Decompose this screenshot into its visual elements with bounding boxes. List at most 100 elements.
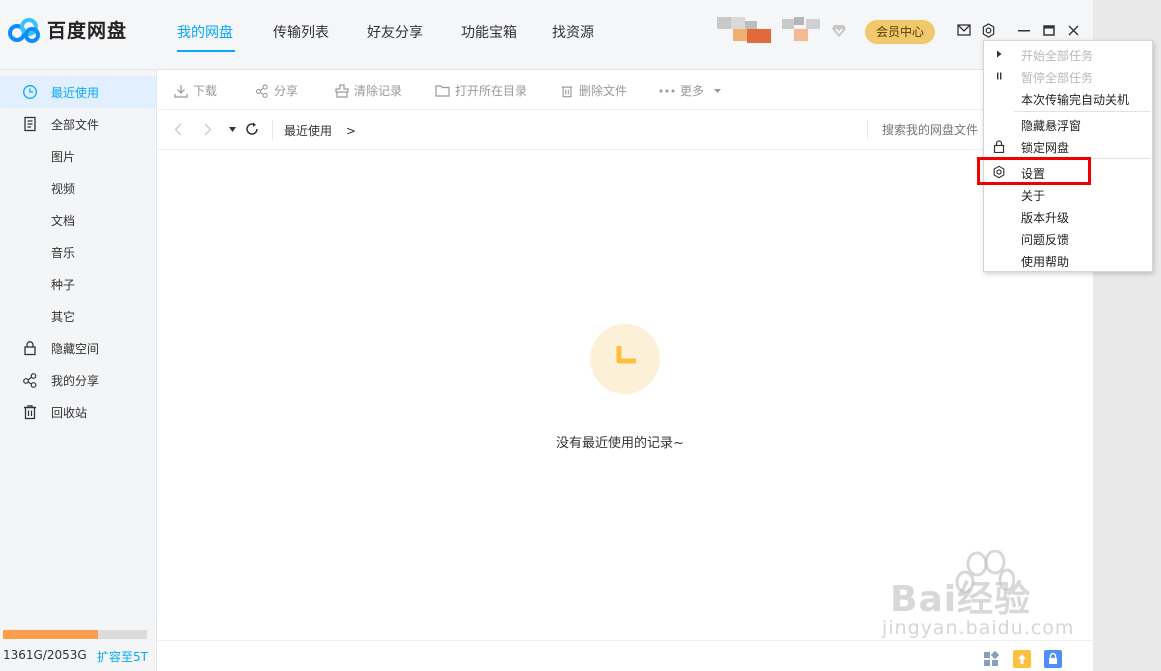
grid-view-icon[interactable] [983, 651, 999, 667]
tab-find-resources[interactable]: 找资源 [552, 22, 594, 42]
open-folder-button[interactable]: 打开所在目录 [435, 82, 527, 99]
sidebar-item-label: 文档 [51, 214, 76, 228]
expand-storage-link[interactable]: 扩容至5T [97, 648, 148, 665]
sidebar-item-documents[interactable]: 文档 [0, 204, 156, 236]
download-icon [174, 84, 188, 98]
sidebar-item-recycle-bin[interactable]: 回收站 [0, 396, 156, 428]
refresh-icon[interactable] [245, 122, 259, 136]
watermark-url: jingyan.baidu.com [882, 617, 1075, 639]
tab-friend-share[interactable]: 好友分享 [367, 22, 423, 42]
divider [867, 120, 868, 140]
tab-transfer-list[interactable]: 传输列表 [273, 22, 329, 42]
share-button[interactable]: 分享 [255, 82, 298, 99]
breadcrumb-arrow: > [345, 124, 356, 138]
vip-center-button[interactable]: 会员中心 [865, 20, 935, 44]
sidebar: 最近使用 全部文件 图片 视频 文档 音乐 种子 其它 隐藏空间 我的分享 回收… [0, 70, 157, 671]
breadcrumb-item[interactable]: 最近使用 [284, 124, 332, 138]
minimize-icon[interactable] [1018, 30, 1030, 32]
sidebar-item-label: 音乐 [51, 246, 76, 260]
sidebar-item-recent[interactable]: 最近使用 [0, 76, 156, 108]
sidebar-item-label: 其它 [51, 310, 76, 324]
sidebar-item-label: 图片 [51, 150, 76, 164]
app-logo: 百度网盘 [8, 16, 127, 43]
back-arrow-icon[interactable] [174, 123, 182, 136]
menu-item-help[interactable]: 使用帮助 [984, 249, 1152, 271]
lock-icon [993, 140, 1005, 153]
download-label: 下载 [193, 84, 218, 98]
menu-item-label: 本次传输完自动关机 [1021, 93, 1130, 107]
lock-icon [24, 341, 36, 356]
menu-item-auto-shutdown[interactable]: 本次传输完自动关机 [984, 87, 1152, 109]
storage-quota-fill [3, 630, 99, 639]
sidebar-item-other[interactable]: 其它 [0, 300, 156, 332]
avatar[interactable] [717, 17, 771, 43]
divider [272, 120, 273, 140]
sidebar-item-my-shares[interactable]: 我的分享 [0, 364, 156, 396]
breadcrumb[interactable]: 最近使用 > [284, 122, 356, 139]
history-dropdown-icon[interactable] [229, 127, 236, 132]
search-input[interactable] [882, 119, 992, 141]
share-icon [255, 84, 268, 98]
menu-item-label: 关于 [1021, 189, 1046, 203]
sidebar-item-label: 视频 [51, 182, 76, 196]
sidebar-item-label: 最近使用 [51, 86, 100, 100]
lock-safe-icon[interactable] [1044, 650, 1062, 668]
path-bar: 最近使用 > [157, 110, 1093, 150]
menu-separator [1014, 111, 1150, 112]
sidebar-item-hidden-space[interactable]: 隐藏空间 [0, 332, 156, 364]
more-dots-icon [659, 89, 675, 92]
sidebar-item-images[interactable]: 图片 [0, 140, 156, 172]
menu-item-lock-disk[interactable]: 锁定网盘 [984, 135, 1152, 157]
sidebar-item-all-files[interactable]: 全部文件 [0, 108, 156, 140]
status-bar [157, 640, 1093, 671]
menu-item-label: 隐藏悬浮窗 [1021, 119, 1082, 133]
active-tab-indicator [177, 50, 235, 52]
sidebar-item-label: 种子 [51, 278, 76, 292]
menu-item-feedback[interactable]: 问题反馈 [984, 227, 1152, 249]
storage-quota-text: 1361G/2053G [3, 648, 87, 662]
upload-icon[interactable] [1013, 650, 1031, 668]
folder-icon [435, 85, 450, 97]
menu-item-label: 暂停全部任务 [1021, 71, 1094, 85]
menu-item-pause-all-tasks[interactable]: 暂停全部任务 [984, 65, 1152, 87]
more-label: 更多 [680, 84, 705, 98]
menu-item-version-upgrade[interactable]: 版本升级 [984, 205, 1152, 227]
tab-toolbox[interactable]: 功能宝箱 [461, 22, 517, 42]
diamond-icon[interactable] [831, 24, 847, 38]
forward-arrow-icon[interactable] [204, 123, 212, 136]
settings-gear-icon[interactable] [981, 23, 996, 38]
menu-item-hide-float-window[interactable]: 隐藏悬浮窗 [984, 113, 1152, 135]
share-icon [23, 373, 37, 388]
menu-item-about[interactable]: 关于 [984, 183, 1152, 205]
sidebar-item-label: 全部文件 [51, 118, 100, 132]
download-button[interactable]: 下载 [174, 82, 217, 99]
menu-item-label: 开始全部任务 [1021, 49, 1094, 63]
sidebar-item-label: 隐藏空间 [51, 342, 100, 356]
more-dropdown[interactable]: 更多 [659, 82, 726, 99]
username[interactable] [782, 17, 822, 43]
sidebar-item-label: 回收站 [51, 406, 88, 420]
clear-records-label: 清除记录 [354, 84, 403, 98]
caret-down-icon [714, 88, 722, 93]
clear-records-button[interactable]: 清除记录 [335, 82, 402, 99]
open-folder-label: 打开所在目录 [455, 84, 528, 98]
menu-item-label: 版本升级 [1021, 211, 1070, 225]
menu-item-label: 问题反馈 [1021, 233, 1070, 247]
tab-my-disk[interactable]: 我的网盘 [177, 22, 233, 42]
delete-files-button[interactable]: 删除文件 [560, 82, 627, 99]
settings-dropdown-menu: 开始全部任务 暂停全部任务 本次传输完自动关机 隐藏悬浮窗 锁定网盘 设置 关于… [983, 40, 1153, 272]
clock-icon [23, 85, 37, 99]
close-icon[interactable] [1068, 25, 1079, 36]
menu-item-start-all-tasks[interactable]: 开始全部任务 [984, 43, 1152, 65]
sidebar-item-torrents[interactable]: 种子 [0, 268, 156, 300]
sidebar-item-label: 我的分享 [51, 374, 100, 388]
empty-state-clock-icon [590, 324, 660, 394]
storage-quota-bar [3, 630, 147, 639]
highlight-box [977, 157, 1091, 185]
delete-files-label: 删除文件 [579, 84, 628, 98]
sidebar-item-videos[interactable]: 视频 [0, 172, 156, 204]
maximize-icon[interactable] [1043, 25, 1055, 36]
mail-icon[interactable] [957, 24, 971, 36]
play-icon [997, 50, 1002, 58]
sidebar-item-music[interactable]: 音乐 [0, 236, 156, 268]
